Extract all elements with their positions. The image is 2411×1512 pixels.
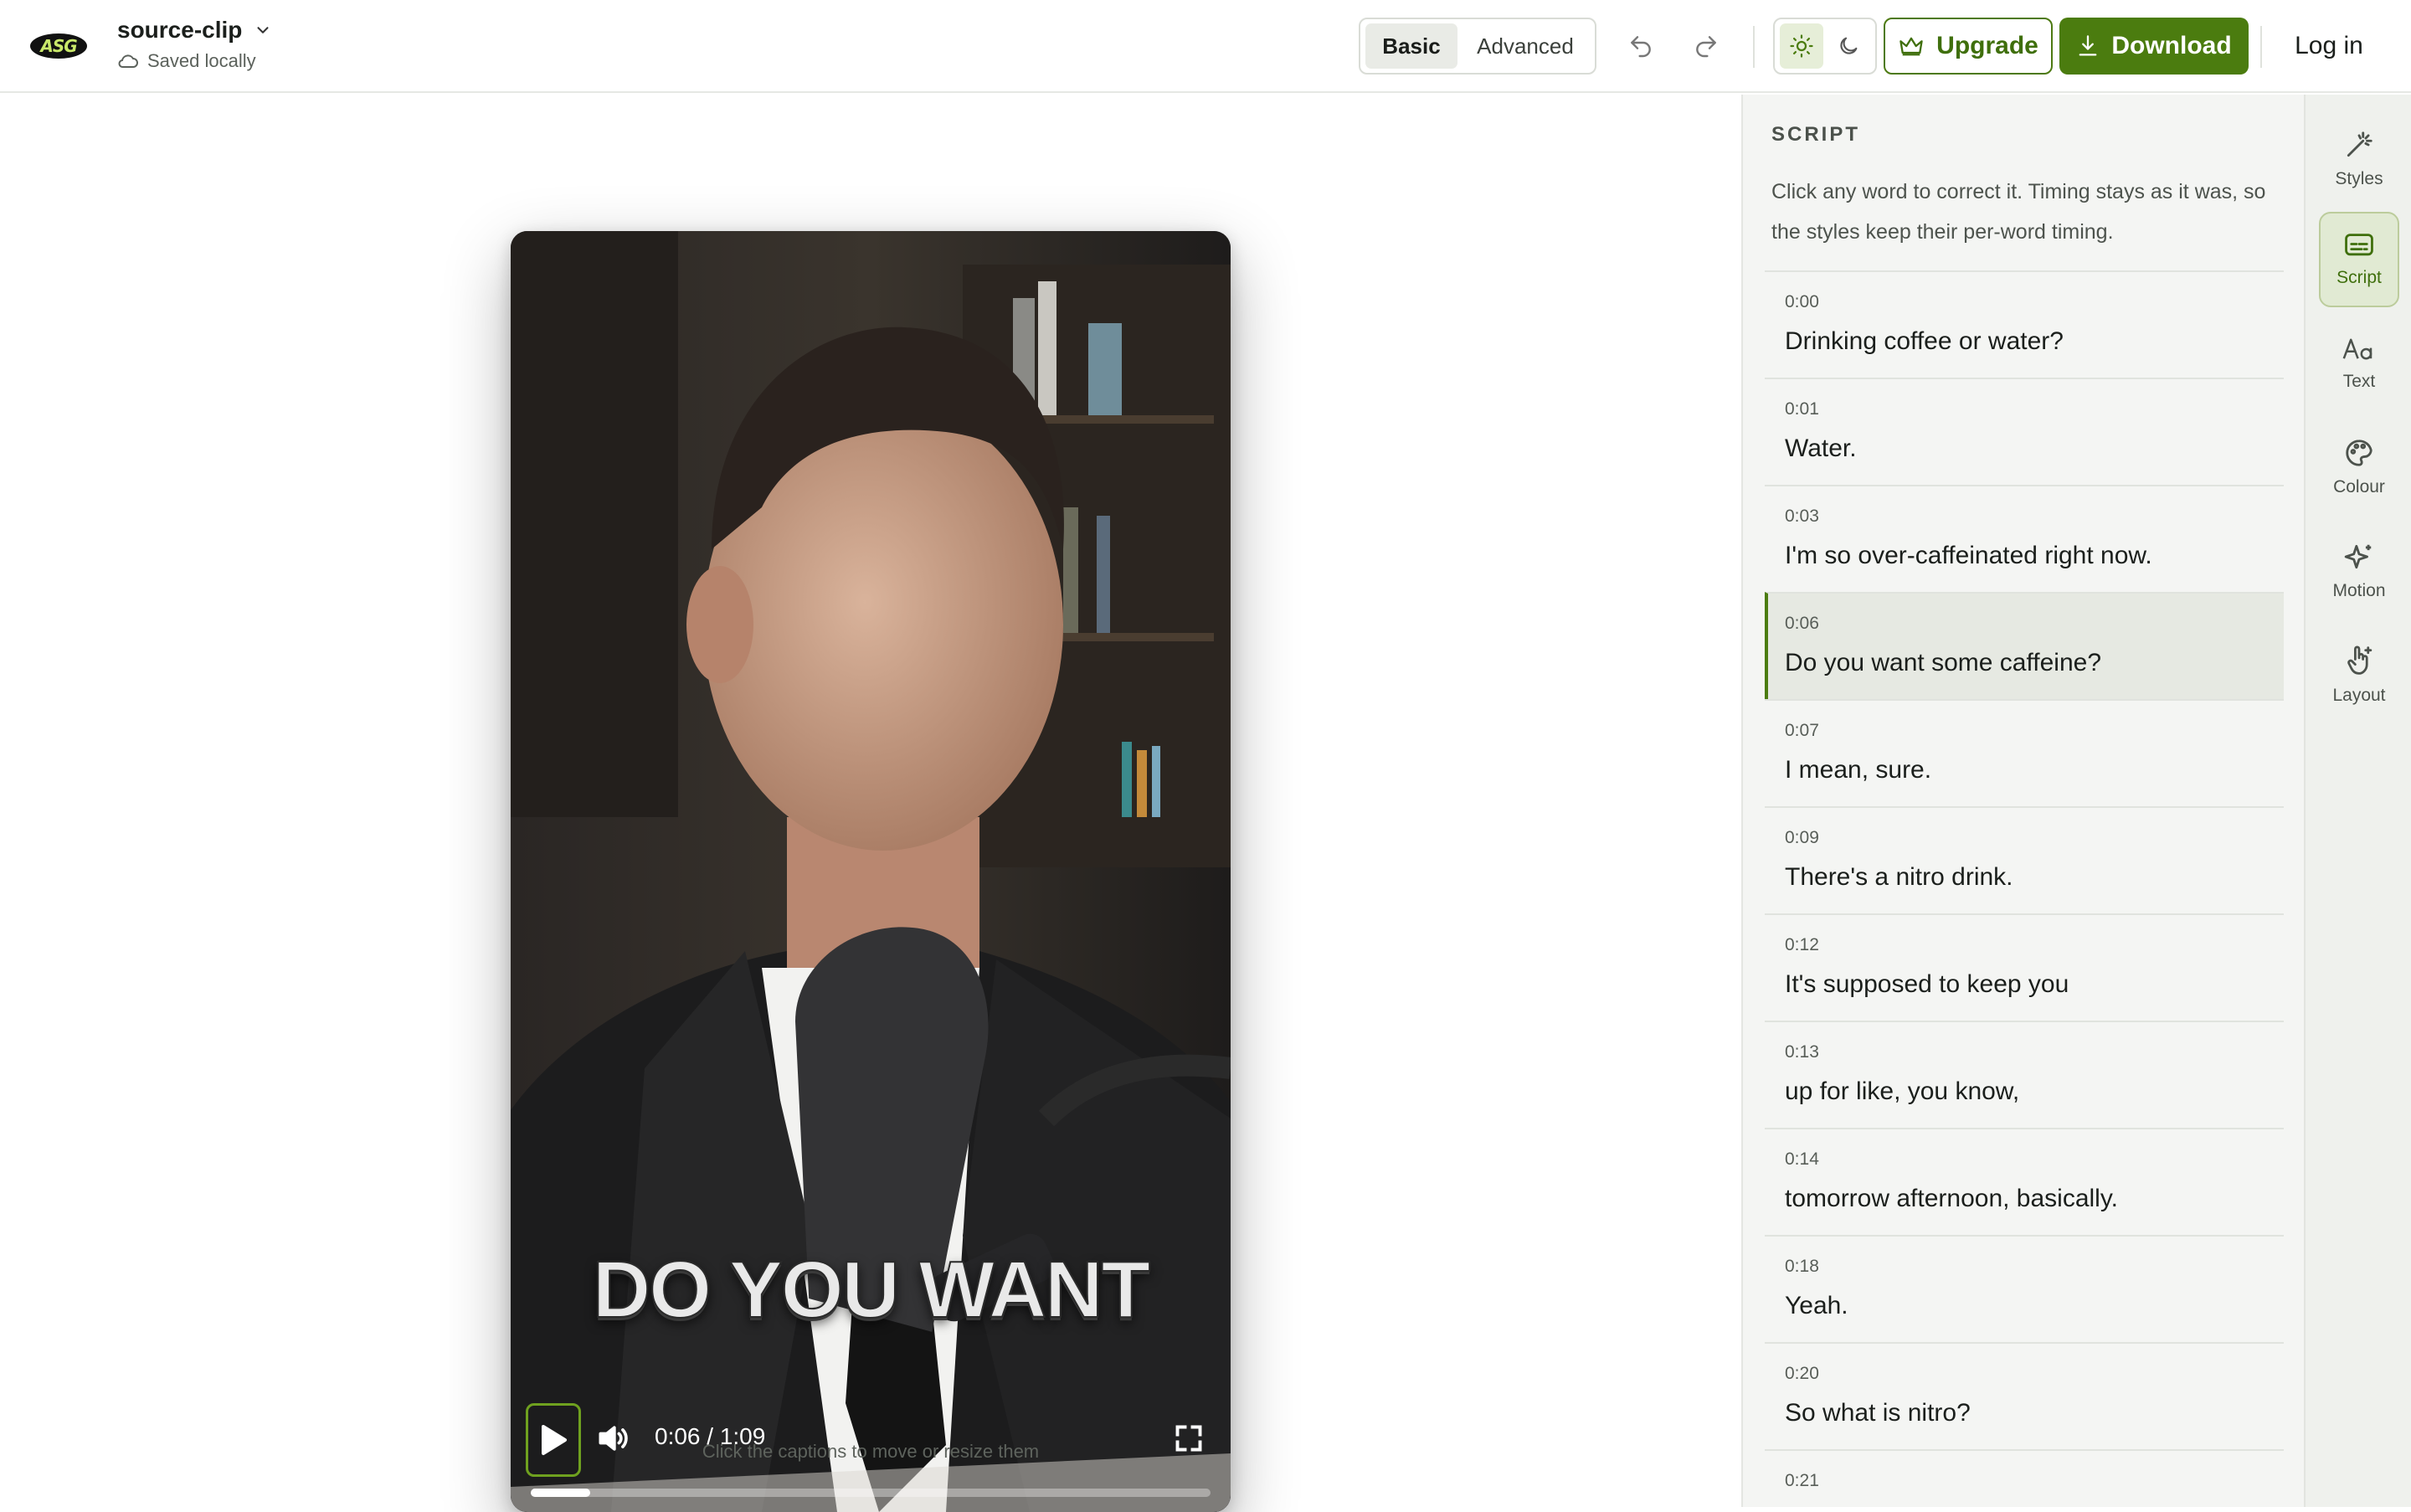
script-heading: SCRIPT <box>1771 123 1861 146</box>
script-line-time: 0:06 <box>1785 614 1819 633</box>
project-info: source-clip Saved locally <box>117 17 272 72</box>
logo-text: ASG <box>40 36 77 56</box>
script-line-time: 0:00 <box>1785 292 1819 311</box>
script-line[interactable]: 0:07 I mean, sure. <box>1765 699 2284 806</box>
rail-label: Text <box>2342 372 2376 391</box>
script-line-text[interactable]: tomorrow afternoon, basically. <box>1785 1185 2284 1213</box>
mode-advanced-button[interactable]: Advanced <box>1463 23 1588 69</box>
script-line-text[interactable]: It's supposed to keep you <box>1785 970 2284 999</box>
script-line[interactable]: 0:12 It's supposed to keep you <box>1765 913 2284 1021</box>
dark-theme-button[interactable] <box>1827 23 1870 69</box>
script-line[interactable]: 0:14 tomorrow afternoon, basically. <box>1765 1128 2284 1235</box>
script-line-time: 0:18 <box>1785 1257 1819 1276</box>
script-line[interactable]: 0:06 Do you want some caffeine? <box>1765 592 2284 699</box>
rail-layout[interactable]: Layout <box>2319 627 2399 723</box>
hand-pointer-icon <box>2347 645 2372 675</box>
undo-icon <box>1631 36 1651 58</box>
toolbar-divider <box>1753 26 1755 68</box>
rail-motion[interactable]: Motion <box>2319 523 2399 619</box>
moon-icon <box>1840 37 1858 54</box>
script-line-text[interactable]: Water. <box>1785 435 2284 463</box>
caption-text[interactable]: DO YOU WANT <box>511 1244 1231 1336</box>
script-line-time: 0:01 <box>1785 399 1819 419</box>
script-line[interactable]: 0:21 <box>1765 1449 2284 1507</box>
toolbar-divider <box>2260 26 2262 68</box>
script-description: Click any word to correct it. Timing sta… <box>1771 180 2266 244</box>
download-icon <box>2079 35 2097 56</box>
rail-label: Script <box>2336 268 2382 287</box>
upgrade-button[interactable]: Upgrade <box>1884 18 2053 75</box>
mode-toggle: Basic Advanced <box>1359 18 1596 75</box>
rail-label: Motion <box>2332 581 2386 600</box>
script-line-text[interactable]: So what is nitro? <box>1785 1399 2284 1427</box>
project-name: source-clip <box>117 17 243 43</box>
progress-bar[interactable] <box>531 1489 1211 1497</box>
undo-button[interactable] <box>1617 23 1664 69</box>
play-button[interactable] <box>526 1403 581 1477</box>
login-button[interactable]: Log in <box>2270 18 2388 75</box>
script-line-text[interactable]: I'm so over-caffeinated right now. <box>1785 542 2284 570</box>
script-line-time: 0:03 <box>1785 507 1819 526</box>
script-panel: SCRIPT Click any word to correct it. Tim… <box>1741 95 2304 1507</box>
script-line-text[interactable]: Do you want some caffeine? <box>1785 649 2284 677</box>
light-theme-button[interactable] <box>1780 23 1823 69</box>
chevron-down-icon <box>257 27 269 33</box>
script-line-text[interactable]: There's a nitro drink. <box>1785 863 2284 892</box>
sparkle-icon <box>2344 544 2372 569</box>
sun-icon <box>1790 34 1813 58</box>
script-line-time: 0:12 <box>1785 935 1819 954</box>
crown-icon <box>1899 37 1923 56</box>
script-line[interactable]: 0:20 So what is nitro? <box>1765 1342 2284 1449</box>
script-line-time: 0:21 <box>1785 1471 1819 1490</box>
download-button[interactable]: Download <box>2059 18 2249 75</box>
script-line[interactable]: 0:18 Yeah. <box>1765 1235 2284 1342</box>
rail-colour[interactable]: Colour <box>2319 419 2399 515</box>
theme-toggle <box>1773 18 1877 75</box>
magic-wand-icon <box>2347 131 2372 157</box>
script-line-text[interactable]: Drinking coffee or water? <box>1785 327 2284 356</box>
upgrade-label: Upgrade <box>1936 32 2038 59</box>
cloud-icon <box>118 54 138 68</box>
rail-label: Colour <box>2333 477 2385 496</box>
rail-styles[interactable]: Styles <box>2319 111 2399 207</box>
script-line-time: 0:13 <box>1785 1042 1819 1062</box>
rail-text[interactable]: Text <box>2319 316 2399 411</box>
rail-label: Styles <box>2335 169 2383 188</box>
script-line-text[interactable]: Yeah. <box>1785 1292 2284 1320</box>
video-preview[interactable]: DO YOU WANT 0:06 / 1:09 <box>511 231 1231 1512</box>
app-logo[interactable]: ASG <box>30 33 87 59</box>
script-list: 0:00 Drinking coffee or water? 0:01 Water. 0… <box>1765 270 2284 1507</box>
script-line-time: 0:20 <box>1785 1364 1819 1383</box>
tool-rail: Styles Script Text Colour Motion Layout <box>2304 95 2411 1507</box>
script-line[interactable]: 0:09 There's a nitro drink. <box>1765 806 2284 913</box>
download-label: Download <box>2111 32 2232 59</box>
redo-icon <box>1696 36 1716 58</box>
project-name-dropdown[interactable]: source-clip <box>117 17 272 44</box>
script-line[interactable]: 0:03 I'm so over-caffeinated right now. <box>1765 485 2284 592</box>
script-line-time: 0:09 <box>1785 828 1819 847</box>
progress-fill <box>531 1489 590 1497</box>
script-line-text[interactable]: up for like, you know, <box>1785 1077 2284 1106</box>
redo-button[interactable] <box>1683 23 1730 69</box>
caption-hint: Click the captions to move or resize the… <box>702 1441 1040 1462</box>
text-aa-icon <box>2342 338 2372 360</box>
script-line-text[interactable]: I mean, sure. <box>1785 756 2284 784</box>
script-line[interactable]: 0:01 Water. <box>1765 378 2284 485</box>
script-line-time: 0:14 <box>1785 1149 1819 1169</box>
palette-icon <box>2346 440 2372 466</box>
script-line-time: 0:07 <box>1785 721 1819 740</box>
mode-basic-button[interactable]: Basic <box>1365 23 1457 69</box>
script-line[interactable]: 0:00 Drinking coffee or water? <box>1765 270 2284 378</box>
save-status-text: Saved locally <box>147 50 256 71</box>
save-status: Saved locally <box>117 50 272 72</box>
preview-canvas: DO YOU WANT 0:06 / 1:09 Click the captio… <box>0 95 1741 1512</box>
rail-script[interactable]: Script <box>2319 212 2399 307</box>
rail-label: Layout <box>2332 686 2386 705</box>
top-bar: ASG source-clip Saved locally Basic Adva… <box>0 0 2411 93</box>
subtitles-icon <box>2345 234 2373 256</box>
script-line[interactable]: 0:13 up for like, you know, <box>1765 1021 2284 1128</box>
